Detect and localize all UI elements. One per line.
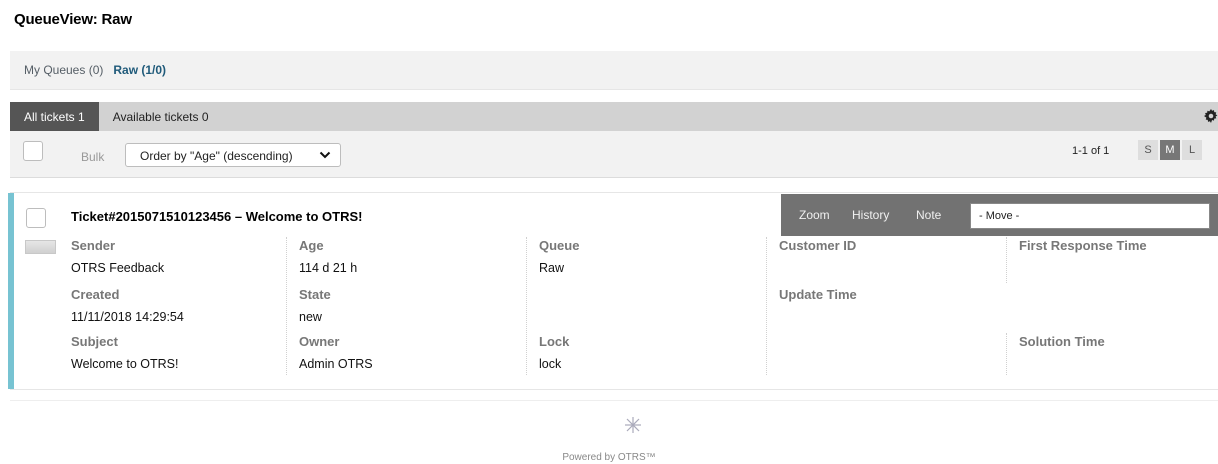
subject-value: Welcome to OTRS! (71, 357, 179, 371)
tab-all-tickets[interactable]: All tickets 1 (10, 102, 99, 131)
column-divider (1006, 237, 1007, 283)
solution-time-label: Solution Time (1019, 334, 1105, 349)
powered-by-text[interactable]: Powered by OTRS™ (0, 452, 1218, 463)
gear-icon[interactable] (1204, 109, 1218, 123)
customer-id-label: Customer ID (779, 238, 857, 253)
column-divider (526, 237, 527, 375)
priority-indicator (25, 240, 56, 254)
column-divider (1006, 333, 1007, 375)
view-size-medium-button[interactable]: M (1160, 140, 1180, 160)
otrs-star-icon (625, 417, 641, 433)
ticket-accent-bar (8, 193, 14, 389)
queue-label: Queue (539, 238, 580, 253)
owner-value: Admin OTRS (299, 357, 373, 371)
order-by-value: Order by "Age" (descending) (140, 149, 293, 163)
age-value: 114 d 21 h (299, 261, 358, 275)
select-all-checkbox[interactable] (23, 141, 43, 161)
owner-label: Owner (299, 334, 340, 349)
queue-link-my-queues[interactable]: My Queues (0) (24, 63, 103, 77)
ticket-filter-tabs: All tickets 1 Available tickets 0 (10, 102, 1218, 131)
page-title: QueueView: Raw (14, 11, 132, 28)
age-label: Age (299, 238, 324, 253)
history-action[interactable]: History (852, 208, 889, 222)
move-queue-select[interactable]: - Move - (970, 203, 1210, 229)
queue-link-raw[interactable]: Raw (1/0) (113, 63, 166, 77)
order-by-select[interactable]: Order by "Age" (descending) (125, 143, 341, 167)
queue-navigation: My Queues (0) Raw (1/0) (10, 51, 1218, 90)
sender-value: OTRS Feedback (71, 261, 165, 275)
column-divider (286, 237, 287, 375)
note-action[interactable]: Note (916, 208, 941, 222)
pagination-info: 1-1 of 1 (1072, 145, 1110, 157)
ticket-list-toolbar: Bulk Order by "Age" (descending) 1-1 of … (10, 131, 1218, 178)
state-label: State (299, 287, 331, 302)
lock-label: Lock (539, 334, 570, 349)
created-value: 11/11/2018 14:29:54 (71, 310, 184, 324)
tab-available-tickets[interactable]: Available tickets 0 (99, 102, 220, 131)
bulk-action-link[interactable]: Bulk (81, 150, 104, 164)
state-value: new (299, 310, 322, 324)
created-label: Created (71, 287, 120, 302)
view-size-large-button[interactable]: L (1182, 140, 1202, 160)
lock-value: lock (539, 357, 562, 371)
update-time-label: Update Time (779, 287, 857, 302)
ticket-title-link[interactable]: Ticket#2015071510123456 – Welcome to OTR… (71, 209, 362, 224)
view-size-small-button[interactable]: S (1138, 140, 1158, 160)
sender-label: Sender (71, 238, 116, 253)
subject-label: Subject (71, 334, 118, 349)
chevron-down-icon (319, 151, 331, 159)
footer-divider (10, 400, 1218, 401)
column-divider (766, 237, 767, 375)
ticket-actions: Zoom History Note - Move - (781, 194, 1218, 236)
zoom-action[interactable]: Zoom (799, 208, 830, 222)
ticket-select-checkbox[interactable] (26, 208, 46, 228)
ticket-row: Ticket#2015071510123456 – Welcome to OTR… (8, 192, 1218, 390)
first-response-time-label: First Response Time (1019, 238, 1147, 253)
queue-value: Raw (539, 261, 565, 275)
